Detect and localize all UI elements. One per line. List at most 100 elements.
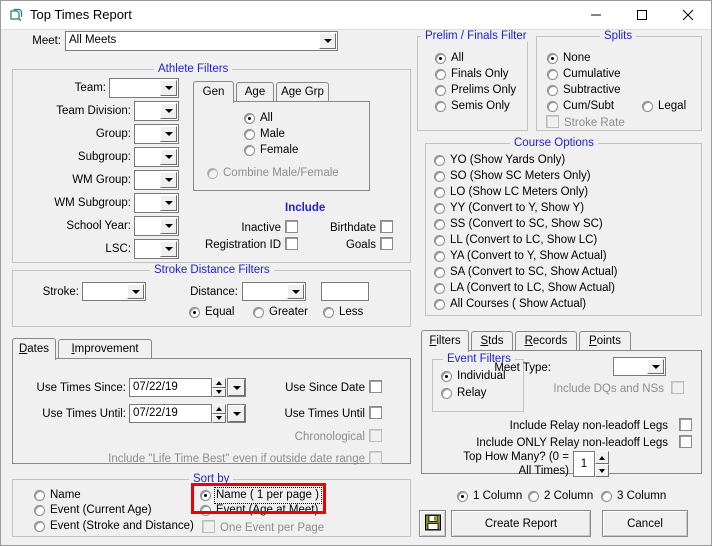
- minimize-icon[interactable]: [573, 1, 619, 29]
- course-radio-all-courses-label: All Courses ( Show Actual): [450, 298, 587, 310]
- chevron-down-icon[interactable]: [647, 359, 664, 374]
- stroke-combo[interactable]: [82, 282, 146, 301]
- save-button[interactable]: [419, 510, 446, 537]
- tab-stds[interactable]: Stds: [471, 331, 513, 351]
- use-times-until-checkbox[interactable]: [369, 406, 382, 419]
- stepper-up-icon[interactable]: [212, 404, 226, 414]
- create-report-label: Create Report: [484, 517, 558, 530]
- window-title: Top Times Report: [30, 7, 132, 22]
- include-relay-nonleadoff-checkbox[interactable]: [679, 418, 692, 431]
- gender-radio-male-label: Male: [260, 128, 285, 140]
- tab-records[interactable]: Records: [515, 331, 577, 351]
- comparison-radio-less-label: Less: [339, 306, 364, 318]
- comparison-radio-greater-label: Greater: [269, 306, 308, 318]
- tab-improvement[interactable]: Improvement: [58, 339, 152, 359]
- report-window-icon: [9, 8, 25, 23]
- radio-indicator: [34, 490, 45, 501]
- lsc-label: LSC:: [105, 243, 131, 255]
- team-combo[interactable]: [109, 78, 179, 98]
- maximize-icon[interactable]: [619, 1, 665, 29]
- school-year-combo[interactable]: [134, 216, 179, 236]
- course-radio-la-label: LA (Convert to LC, Show Actual): [450, 282, 615, 294]
- include-birthdate-checkbox[interactable]: [380, 220, 393, 233]
- chevron-down-icon[interactable]: [160, 195, 177, 211]
- tab-filters[interactable]: Filters: [421, 330, 469, 352]
- chevron-down-icon[interactable]: [160, 80, 177, 96]
- comparison-radio-equal-label: Equal: [205, 306, 235, 318]
- tab-gen[interactable]: Gen: [193, 81, 234, 103]
- use-times-until-stepper[interactable]: [212, 404, 226, 423]
- radio-indicator: [434, 235, 445, 246]
- school-year-label: School Year:: [66, 220, 131, 232]
- tab-age[interactable]: Age: [236, 82, 274, 102]
- course-radio-ss-label: SS (Convert to SC, Show SC): [450, 218, 603, 230]
- chevron-down-icon[interactable]: [160, 149, 177, 165]
- chevron-down-icon[interactable]: [127, 284, 144, 299]
- include-only-relay-nonleadoff-checkbox[interactable]: [679, 435, 692, 448]
- close-icon[interactable]: [665, 1, 711, 29]
- chevron-down-icon[interactable]: [160, 218, 177, 234]
- prelim-finals-filter-title: Prelim / Finals Filter: [421, 30, 531, 42]
- chevron-down-icon[interactable]: [287, 284, 304, 299]
- tab-dates[interactable]: Dates: [12, 338, 56, 360]
- meet-combo[interactable]: All Meets: [65, 31, 338, 51]
- team-division-combo[interactable]: [134, 101, 179, 121]
- radio-indicator: [434, 219, 445, 230]
- create-report-button[interactable]: Create Report: [451, 510, 591, 537]
- stepper-down-icon[interactable]: [212, 387, 226, 397]
- course-radio-ll-label: LL (Convert to LC, Show LC): [450, 234, 598, 246]
- stepper-up-icon[interactable]: [595, 451, 609, 464]
- cancel-button[interactable]: Cancel: [602, 510, 688, 537]
- sort-radio-event-stroke-distance-label: Event (Stroke and Distance): [50, 520, 194, 532]
- life-time-best-label: Include "Life Time Best" even if outside…: [108, 453, 365, 465]
- chevron-down-icon[interactable]: [319, 33, 336, 49]
- radio-indicator: [528, 491, 539, 502]
- use-times-until-value: 07/22/19: [133, 407, 178, 419]
- chevron-down-icon[interactable]: [160, 103, 177, 119]
- chevron-down-icon[interactable]: [228, 405, 245, 422]
- chronological-label: Chronological: [294, 431, 365, 443]
- use-since-date-checkbox[interactable]: [369, 380, 382, 393]
- meet-type-combo[interactable]: [613, 357, 666, 376]
- use-times-until-calendar-dropdown[interactable]: [227, 404, 246, 423]
- stepper-down-icon[interactable]: [212, 413, 226, 423]
- include-registration-id-checkbox[interactable]: [285, 237, 298, 250]
- chevron-down-icon[interactable]: [228, 379, 245, 396]
- stepper-up-icon[interactable]: [212, 378, 226, 388]
- course-radio-so-label: SO (Show SC Meters Only): [450, 170, 591, 182]
- wm-subgroup-label: WM Subgroup:: [54, 197, 131, 209]
- tab-improvement-label-rest: mprovement: [74, 343, 139, 355]
- gender-radio-all-label: All: [260, 112, 273, 124]
- meet-combo-value: All Meets: [69, 34, 117, 46]
- use-times-since-input[interactable]: 07/22/19: [129, 378, 212, 397]
- use-times-since-calendar-dropdown[interactable]: [227, 378, 246, 397]
- chevron-down-icon[interactable]: [160, 172, 177, 188]
- chevron-down-icon[interactable]: [160, 126, 177, 142]
- include-goals-checkbox[interactable]: [380, 237, 393, 250]
- use-times-since-stepper[interactable]: [212, 378, 226, 397]
- prelim-radio-semis-only-label: Semis Only: [451, 100, 510, 112]
- splits-radio-subtractive-label: Subtractive: [563, 84, 621, 96]
- distance-value-input[interactable]: [321, 282, 369, 301]
- include-dqs-nss-label: Include DQs and NSs: [553, 383, 664, 395]
- tab-age-grp[interactable]: Age Grp: [276, 82, 329, 102]
- splits-radio-legal-label: Legal: [658, 100, 687, 112]
- stepper-down-icon[interactable]: [595, 464, 609, 477]
- subgroup-combo[interactable]: [134, 147, 179, 167]
- radio-indicator: [441, 371, 452, 382]
- chevron-down-icon[interactable]: [160, 241, 177, 257]
- prelim-radio-finals-only-label: Finals Only: [451, 68, 509, 80]
- top-how-many-input[interactable]: 1: [573, 451, 595, 477]
- stroke-label: Stroke:: [42, 286, 79, 298]
- wm-subgroup-combo[interactable]: [134, 193, 179, 213]
- splits-radio-cumulative-label: Cumulative: [563, 68, 621, 80]
- wm-group-combo[interactable]: [134, 170, 179, 190]
- lsc-combo[interactable]: [134, 239, 179, 259]
- tab-points[interactable]: Points: [579, 331, 631, 351]
- top-how-many-stepper[interactable]: [595, 451, 609, 477]
- include-inactive-checkbox[interactable]: [285, 220, 298, 233]
- group-combo[interactable]: [134, 124, 179, 144]
- tab-points-accel: P: [589, 335, 597, 347]
- use-times-until-input[interactable]: 07/22/19: [129, 404, 212, 423]
- distance-combo[interactable]: [242, 282, 306, 301]
